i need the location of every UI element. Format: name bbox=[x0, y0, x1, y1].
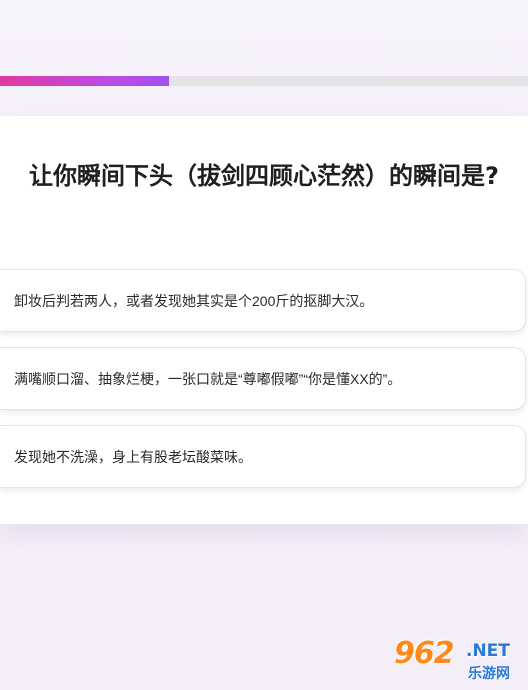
answer-options: 卸妆后判若两人，或者发现她其实是个200斤的抠脚大汉。 满嘴顺口溜、抽象烂梗，一… bbox=[0, 269, 526, 503]
watermark-subtitle: 乐游网 bbox=[468, 666, 510, 682]
question-title: 让你瞬间下头（拔剑四顾心茫然）的瞬间是? bbox=[29, 162, 499, 190]
answer-option-1[interactable]: 卸妆后判若两人，或者发现她其实是个200斤的抠脚大汉。 bbox=[0, 269, 526, 332]
watermark-domain: .NET bbox=[466, 641, 510, 661]
progress-bar bbox=[0, 76, 528, 86]
answer-option-3[interactable]: 发现她不洗澡，身上有股老坛酸菜味。 bbox=[0, 425, 526, 488]
progress-bar-fill bbox=[0, 76, 169, 86]
answer-option-2[interactable]: 满嘴顺口溜、抽象烂梗，一张口就是“尊嘟假嘟”“你是懂XX的”。 bbox=[0, 347, 526, 410]
site-watermark-logo: 962 .NET 乐游网 bbox=[394, 636, 520, 686]
watermark-number: 962 bbox=[394, 636, 455, 671]
question-card: 让你瞬间下头（拔剑四顾心茫然）的瞬间是? 卸妆后判若两人，或者发现她其实是个20… bbox=[0, 116, 528, 524]
